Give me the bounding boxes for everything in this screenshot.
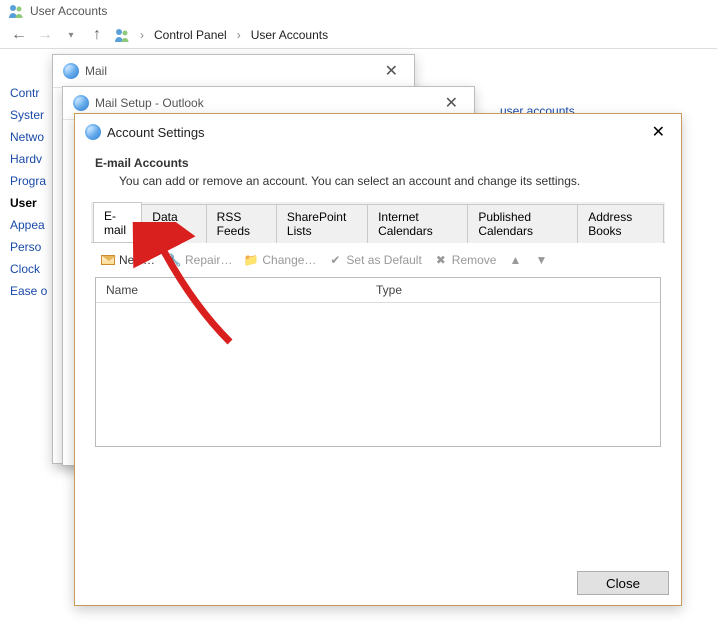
remove-button: ✖ Remove bbox=[434, 253, 497, 267]
new-button[interactable]: New… bbox=[101, 253, 155, 267]
crumb-sep: › bbox=[237, 28, 241, 42]
user-accounts-icon bbox=[8, 3, 24, 19]
tab-data-files[interactable]: Data Files bbox=[141, 204, 206, 243]
nav-up-button[interactable]: ↑ bbox=[88, 26, 106, 44]
mail-globe-icon bbox=[63, 63, 79, 79]
repair-button-label: Repair… bbox=[185, 253, 232, 267]
mail-dialog-title: Mail bbox=[85, 64, 107, 78]
nav-back-button[interactable]: ← bbox=[10, 26, 28, 44]
nav-toolbar: ← → ▾ ↑ › Control Panel › User Accounts bbox=[0, 22, 717, 49]
tab-e-mail[interactable]: E-mail bbox=[93, 202, 142, 242]
new-mail-icon bbox=[101, 253, 115, 267]
tab-rss-feeds[interactable]: RSS Feeds bbox=[206, 204, 277, 243]
crumb-user-accounts[interactable]: User Accounts bbox=[251, 28, 328, 42]
col-name[interactable]: Name bbox=[96, 278, 366, 302]
nav-forward-button: → bbox=[36, 26, 54, 44]
acct-dialog-title: Account Settings bbox=[107, 125, 205, 140]
remove-button-label: Remove bbox=[452, 253, 497, 267]
window-title-bar: User Accounts bbox=[0, 0, 717, 22]
acct-globe-icon bbox=[85, 124, 101, 140]
mail-close-button[interactable]: ✕ bbox=[379, 61, 404, 81]
arrow-down-icon: ▼ bbox=[534, 253, 548, 267]
col-type[interactable]: Type bbox=[366, 278, 660, 302]
arrow-up-icon: ▲ bbox=[508, 253, 522, 267]
crumb-sep: › bbox=[140, 28, 144, 42]
close-button[interactable]: Close bbox=[577, 571, 669, 595]
section-header: E-mail Accounts bbox=[95, 156, 661, 170]
set-default-label: Set as Default bbox=[346, 253, 421, 267]
move-down-button: ▼ bbox=[534, 253, 548, 267]
window-title-text: User Accounts bbox=[30, 4, 107, 18]
crumb-control-panel[interactable]: Control Panel bbox=[154, 28, 227, 42]
accounts-grid[interactable]: Name Type bbox=[95, 277, 661, 447]
setup-close-button[interactable]: ✕ bbox=[439, 93, 464, 113]
folder-icon: 📁 bbox=[244, 253, 258, 267]
repair-button: 🔧 Repair… bbox=[167, 253, 232, 267]
section-description: You can add or remove an account. You ca… bbox=[95, 170, 661, 202]
check-circle-icon: ✔ bbox=[328, 253, 342, 267]
change-button-label: Change… bbox=[262, 253, 316, 267]
setup-globe-icon bbox=[73, 95, 89, 111]
change-button: 📁 Change… bbox=[244, 253, 316, 267]
move-up-button: ▲ bbox=[508, 253, 522, 267]
tabs-bar: E-mailData FilesRSS FeedsSharePoint List… bbox=[91, 202, 665, 243]
tab-address-books[interactable]: Address Books bbox=[577, 204, 664, 243]
account-toolbar: New… 🔧 Repair… 📁 Change… ✔ Set as Defaul… bbox=[95, 243, 661, 277]
setup-dialog-title: Mail Setup - Outlook bbox=[95, 96, 204, 110]
wrench-icon: 🔧 bbox=[167, 253, 181, 267]
tab-internet-calendars[interactable]: Internet Calendars bbox=[367, 204, 468, 243]
account-settings-dialog: Account Settings ✕ E-mail Accounts You c… bbox=[74, 113, 682, 606]
user-accounts-crumb-icon bbox=[114, 27, 130, 43]
grid-header: Name Type bbox=[96, 278, 660, 303]
tab-published-calendars[interactable]: Published Calendars bbox=[467, 204, 578, 243]
new-button-label: New… bbox=[119, 253, 155, 267]
tab-sharepoint-lists[interactable]: SharePoint Lists bbox=[276, 204, 368, 243]
acct-close-button[interactable]: ✕ bbox=[646, 122, 671, 142]
remove-x-icon: ✖ bbox=[434, 253, 448, 267]
nav-history-dropdown[interactable]: ▾ bbox=[62, 30, 80, 41]
set-default-button: ✔ Set as Default bbox=[328, 253, 421, 267]
